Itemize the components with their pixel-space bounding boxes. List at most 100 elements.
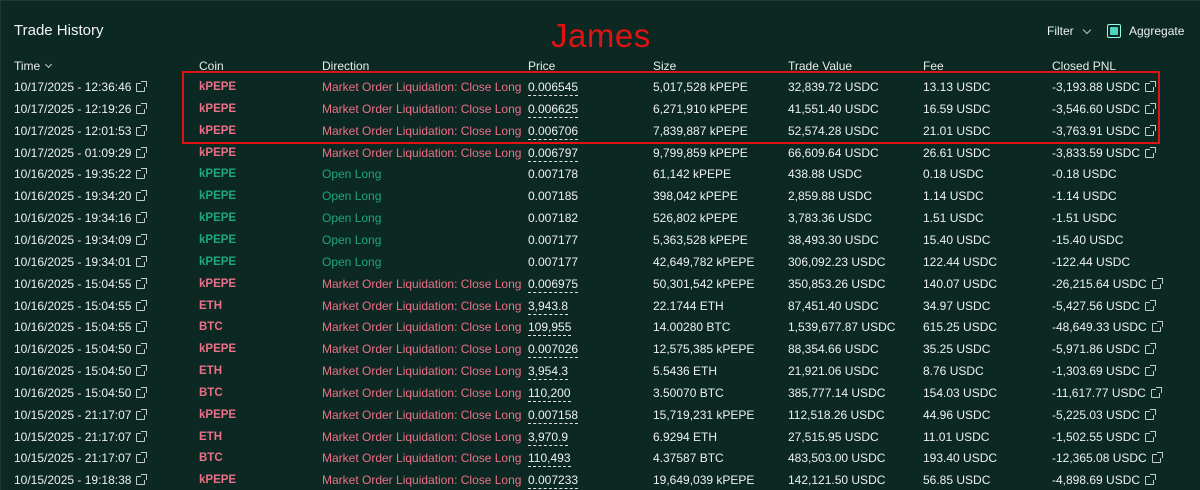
cell-coin[interactable]: kPEPE — [199, 255, 236, 269]
external-link-icon[interactable] — [1151, 321, 1163, 333]
cell-price[interactable]: 0.006797 — [528, 145, 579, 162]
price-value[interactable]: 0.006975 — [528, 276, 579, 293]
cell-price[interactable]: 110,200 — [528, 385, 571, 402]
time-value: 10/16/2025 - 19:34:16 — [14, 211, 132, 226]
price-value[interactable]: 0.007233 — [528, 473, 579, 490]
cell-coin[interactable]: BTC — [199, 386, 223, 400]
external-link-icon[interactable] — [136, 168, 148, 180]
header-time[interactable]: Time — [14, 59, 53, 73]
cell-coin[interactable]: BTC — [199, 451, 223, 465]
external-link-icon[interactable] — [1145, 365, 1157, 377]
external-link-icon[interactable] — [136, 408, 148, 420]
external-link-icon[interactable] — [1145, 102, 1157, 114]
cell-price[interactable]: 0.006625 — [528, 101, 579, 118]
cell-coin[interactable]: kPEPE — [199, 342, 236, 356]
cell-coin[interactable]: BTC — [199, 320, 223, 334]
external-link-icon[interactable] — [136, 343, 148, 355]
cell-price[interactable]: 0.006975 — [528, 276, 579, 293]
header-coin: Coin — [199, 59, 224, 73]
external-link-icon[interactable] — [136, 452, 148, 464]
sort-chevron-icon[interactable] — [45, 60, 53, 69]
cell-price: 0.007185 — [528, 189, 578, 203]
price-value[interactable]: 0.006625 — [528, 101, 579, 118]
price-value[interactable]: 110,493 — [528, 451, 571, 468]
trade-history-panel: Trade History James Filter Aggregate Tim… — [0, 0, 1200, 490]
cell-coin[interactable]: kPEPE — [199, 167, 236, 181]
cell-coin[interactable]: ETH — [199, 364, 222, 378]
cell-coin[interactable]: kPEPE — [199, 408, 236, 422]
external-link-icon[interactable] — [136, 299, 148, 311]
external-link-icon[interactable] — [136, 386, 148, 398]
cell-coin[interactable]: kPEPE — [199, 211, 236, 225]
cell-price[interactable]: 3,970.9 — [528, 429, 569, 446]
cell-coin[interactable]: kPEPE — [199, 473, 236, 487]
cell-price[interactable]: 0.007233 — [528, 473, 579, 490]
price-value[interactable]: 0.006706 — [528, 123, 579, 140]
price-value[interactable]: 110,200 — [528, 385, 571, 402]
cell-price[interactable]: 109,955 — [528, 320, 572, 337]
external-link-icon[interactable] — [136, 233, 148, 245]
cell-price[interactable]: 3,943.8 — [528, 298, 569, 315]
cell-coin[interactable]: ETH — [199, 430, 222, 444]
cell-price[interactable]: 0.006545 — [528, 80, 579, 96]
external-link-icon[interactable] — [136, 255, 148, 267]
cell-coin[interactable]: kPEPE — [199, 189, 236, 203]
cell-coin[interactable]: kPEPE — [199, 102, 236, 116]
cell-coin[interactable]: kPEPE — [199, 146, 236, 160]
cell-fee: 21.01 USDC — [923, 123, 991, 138]
external-link-icon[interactable] — [136, 190, 148, 202]
cell-price[interactable]: 0.006706 — [528, 123, 579, 140]
price-value[interactable]: 3,970.9 — [528, 429, 569, 446]
table-row: 10/16/2025 - 19:34:16 kPEPE Open Long 0.007… — [1, 207, 1200, 229]
external-link-icon[interactable] — [1145, 124, 1157, 136]
cell-coin[interactable]: kPEPE — [199, 124, 236, 138]
external-link-icon[interactable] — [1145, 408, 1157, 420]
top-divider — [1, 0, 1200, 1]
external-link-icon[interactable] — [136, 124, 148, 136]
price-value[interactable]: 3,943.8 — [528, 298, 569, 315]
external-link-icon[interactable] — [1145, 474, 1157, 486]
cell-time: 10/16/2025 - 19:34:20 — [14, 189, 148, 203]
external-link-icon[interactable] — [1151, 452, 1163, 464]
checkbox-checked-icon[interactable] — [1107, 24, 1121, 38]
price-value[interactable]: 3,954.3 — [528, 364, 569, 381]
table-row: 10/15/2025 - 21:17:07 ETH Market Order Liq… — [1, 426, 1200, 448]
cell-coin[interactable]: kPEPE — [199, 277, 236, 291]
cell-price[interactable]: 0.007158 — [528, 407, 579, 424]
cell-price[interactable]: 0.007026 — [528, 342, 579, 359]
price-value: 0.007182 — [528, 211, 579, 226]
external-link-icon[interactable] — [1145, 81, 1157, 92]
external-link-icon[interactable] — [136, 365, 148, 377]
filter-dropdown[interactable]: Filter — [1047, 24, 1091, 38]
external-link-icon[interactable] — [1151, 277, 1163, 289]
price-value[interactable]: 0.006797 — [528, 145, 579, 162]
price-value[interactable]: 0.007026 — [528, 342, 579, 359]
aggregate-checkbox[interactable]: Aggregate — [1107, 24, 1184, 38]
cell-size: 61,142 kPEPE — [653, 167, 732, 182]
time-value: 10/16/2025 - 15:04:50 — [14, 385, 132, 400]
external-link-icon[interactable] — [1145, 146, 1157, 158]
external-link-icon[interactable] — [136, 321, 148, 333]
external-link-icon[interactable] — [136, 277, 148, 289]
cell-coin[interactable]: kPEPE — [199, 233, 236, 247]
cell-price: 0.007182 — [528, 211, 578, 225]
price-value[interactable]: 109,955 — [528, 320, 572, 337]
cell-price[interactable]: 3,954.3 — [528, 364, 569, 381]
cell-trade-value: 52,574.28 USDC — [788, 123, 879, 138]
external-link-icon[interactable] — [1150, 386, 1162, 398]
price-value[interactable]: 0.007158 — [528, 407, 579, 424]
external-link-icon[interactable] — [136, 102, 148, 114]
time-value: 10/17/2025 - 12:36:46 — [14, 80, 132, 94]
external-link-icon[interactable] — [136, 146, 148, 158]
external-link-icon[interactable] — [136, 81, 148, 92]
external-link-icon[interactable] — [1145, 430, 1157, 442]
cell-coin[interactable]: ETH — [199, 299, 222, 313]
external-link-icon[interactable] — [136, 212, 148, 224]
cell-coin[interactable]: kPEPE — [199, 80, 236, 94]
external-link-icon[interactable] — [1145, 299, 1157, 311]
external-link-icon[interactable] — [1145, 343, 1157, 355]
external-link-icon[interactable] — [136, 430, 148, 442]
cell-price[interactable]: 110,493 — [528, 451, 571, 468]
price-value[interactable]: 0.006545 — [528, 80, 579, 96]
external-link-icon[interactable] — [136, 474, 148, 486]
